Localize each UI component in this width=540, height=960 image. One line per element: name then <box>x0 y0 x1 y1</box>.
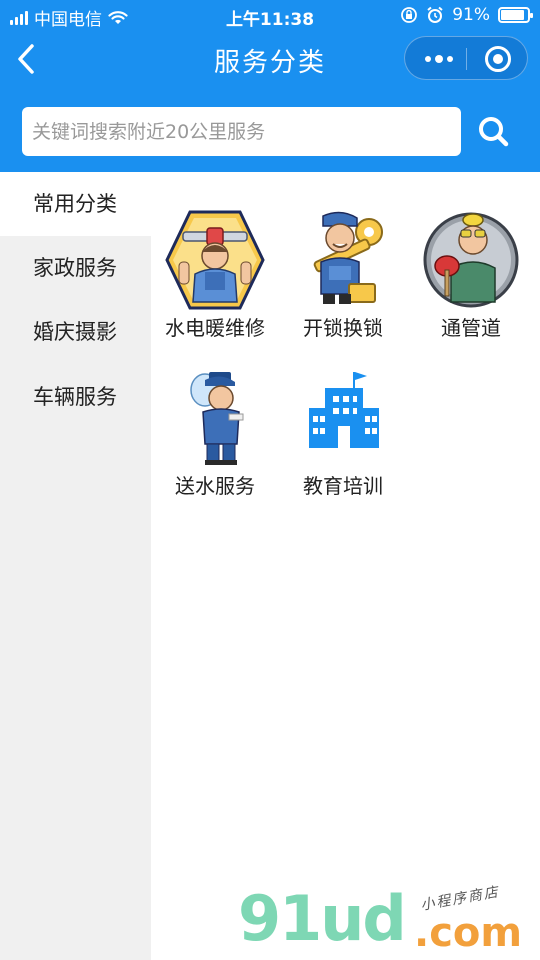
search-box <box>22 107 461 156</box>
close-miniprogram-icon[interactable] <box>485 46 511 72</box>
sidebar-item-label: 婚庆摄影 <box>33 320 117 344</box>
watermark-suffix: .com <box>414 910 523 956</box>
battery-icon <box>498 7 533 23</box>
more-options-icon[interactable] <box>419 43 459 75</box>
capsule-divider <box>466 48 467 70</box>
watermark-logo: 91ud .com 小程序商店 <box>238 882 538 960</box>
category-item-water-delivery[interactable]: 送水服务 <box>151 368 279 508</box>
sidebar-item-wedding-photo[interactable]: 婚庆摄影 <box>0 300 151 364</box>
sidebar-item-common[interactable]: 常用分类 <box>0 172 151 236</box>
sidebar-item-label: 车辆服务 <box>33 385 117 409</box>
sidebar-item-housekeeping[interactable]: 家政服务 <box>0 236 151 300</box>
category-item-locksmith[interactable]: 开锁换锁 <box>279 210 407 350</box>
alarm-icon <box>427 6 443 23</box>
pipe-unclog-icon <box>423 212 519 308</box>
rotation-lock-icon <box>401 7 418 23</box>
watermark-brand: 91ud <box>238 882 407 955</box>
battery-percent: 91% <box>452 5 490 25</box>
category-label: 水电暖维修 <box>165 316 265 340</box>
sidebar-item-label: 家政服务 <box>33 256 117 280</box>
locksmith-icon <box>313 211 383 304</box>
mini-program-capsule <box>404 36 528 80</box>
category-item-education[interactable]: 教育培训 <box>279 368 407 508</box>
sidebar-item-vehicle[interactable]: 车辆服务 <box>0 365 151 429</box>
category-label: 教育培训 <box>303 474 383 498</box>
category-label: 送水服务 <box>175 474 255 498</box>
category-item-plumbing[interactable]: 水电暖维修 <box>151 210 279 350</box>
category-sidebar: 常用分类 家政服务 婚庆摄影 车辆服务 <box>0 172 151 960</box>
sidebar-item-label: 常用分类 <box>33 192 117 216</box>
school-building-icon <box>309 372 379 448</box>
status-bar: 中国电信 上午11:38 91% <box>0 0 540 32</box>
category-item-pipe-unclog[interactable]: 通管道 <box>407 210 535 350</box>
water-delivery-icon <box>190 372 244 465</box>
plumber-icon <box>165 210 265 310</box>
category-label: 开锁换锁 <box>303 316 383 340</box>
navigation-bar: 服务分类 <box>0 32 540 88</box>
search-icon[interactable] <box>472 110 516 154</box>
search-input[interactable] <box>22 107 461 156</box>
category-label: 通管道 <box>441 316 501 340</box>
header: 中国电信 上午11:38 91% 服务分类 关键词搜索附近20公里服务 <box>0 0 540 172</box>
